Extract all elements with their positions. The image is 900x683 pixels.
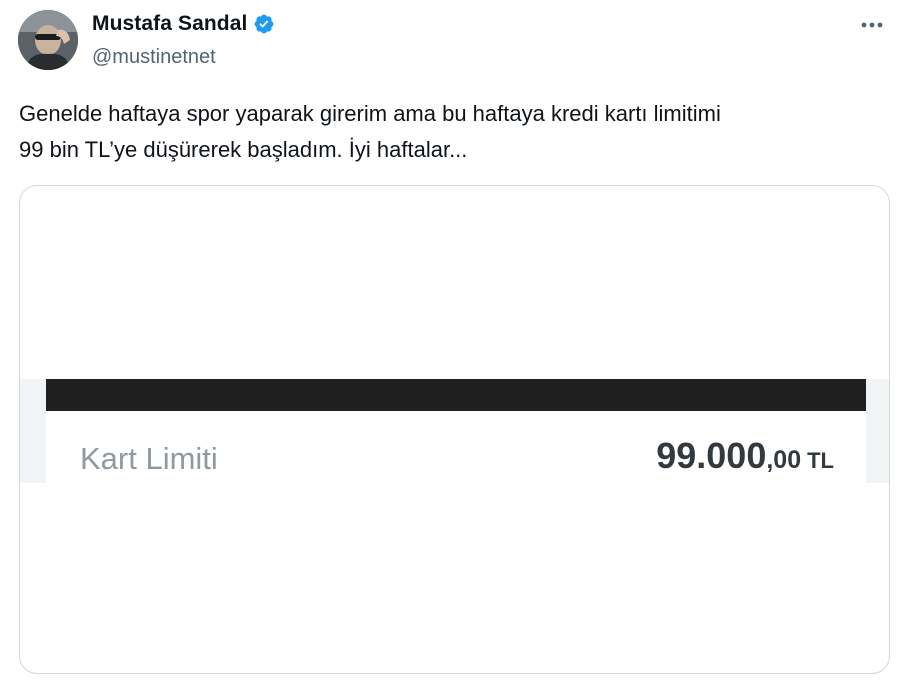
author-name-row: Mustafa Sandal (92, 12, 275, 36)
card-limit-decimal: ,00 (766, 446, 802, 474)
tweet-text: Genelde haftaya spor yaparak girerim ama… (19, 101, 721, 162)
card-limit-amount: 99.000 (656, 435, 767, 476)
card-limit-currency: TL (807, 448, 834, 473)
more-options-button[interactable] (854, 10, 890, 40)
media-right-shade (866, 379, 889, 483)
media-header-bar (46, 379, 866, 411)
media-left-shade (20, 379, 46, 483)
author-handle[interactable]: @mustinetnet (92, 46, 216, 69)
card-limit-label: Kart Limiti (80, 441, 218, 476)
card-limit-row: Kart Limiti 99.000,00 TL (46, 411, 866, 483)
avatar[interactable] (18, 10, 78, 70)
verified-badge-icon (253, 13, 275, 35)
tweet-media-image[interactable]: Kart Limiti 99.000,00 TL (19, 185, 890, 674)
more-options-icon (861, 22, 883, 28)
card-limit-value: 99.000,00 TL (656, 435, 834, 477)
profile-photo (18, 10, 78, 70)
display-name[interactable]: Mustafa Sandal (92, 12, 247, 36)
